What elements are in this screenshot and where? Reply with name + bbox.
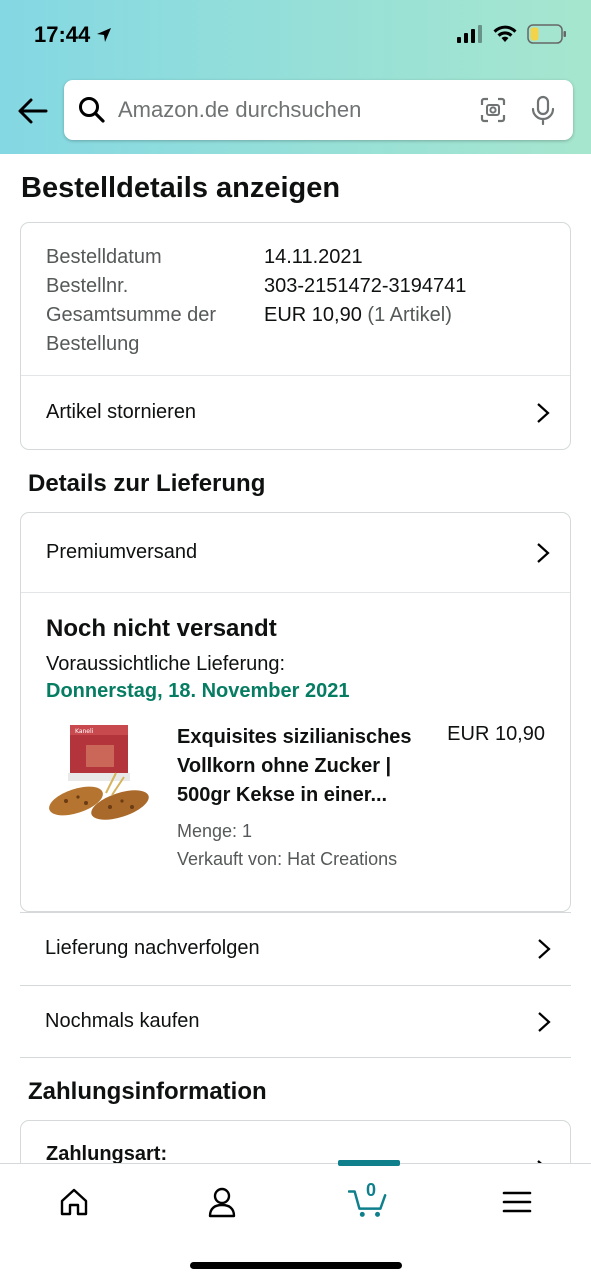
account-icon xyxy=(208,1187,236,1218)
order-total-value: EUR 10,90 (1 Artikel) xyxy=(264,301,452,330)
shipping-method-label: Premiumversand xyxy=(46,541,198,563)
product-image[interactable]: Kaneli xyxy=(46,723,154,831)
wifi-icon xyxy=(493,25,517,42)
status-indicators xyxy=(457,24,567,44)
menu-icon xyxy=(502,1191,532,1213)
order-total-label: Gesamtsumme der xyxy=(46,304,217,326)
order-date-label: Bestelldatum xyxy=(46,246,162,268)
status-time: 17:44 xyxy=(34,22,112,48)
eta-date: Donnerstag, 18. November 2021 xyxy=(46,680,350,702)
camera-scan-icon[interactable] xyxy=(477,94,509,126)
shipping-method-row[interactable]: Premiumversand xyxy=(21,513,570,592)
product-title-line: Vollkorn ohne Zucker | xyxy=(177,755,392,777)
product-price: EUR 10,90 xyxy=(447,723,545,745)
clock-text: 17:44 xyxy=(34,22,91,47)
home-icon xyxy=(60,1188,88,1216)
order-summary-card: Bestelldatum 14.11.2021 Bestellnr. 303-2… xyxy=(20,222,571,450)
cancel-items-row[interactable]: Artikel stornieren xyxy=(21,375,570,449)
delivery-card: Premiumversand Noch nicht versandt Vorau… xyxy=(20,512,571,912)
search-input[interactable]: Amazon.de durchsuchen xyxy=(118,97,459,123)
product-title-line: 500gr Kekse in einer... xyxy=(177,784,388,806)
order-date-row: Bestelldatum 14.11.2021 xyxy=(46,243,545,272)
order-info: Bestelldatum 14.11.2021 Bestellnr. 303-2… xyxy=(21,223,570,375)
active-tab-indicator xyxy=(338,1160,400,1166)
page-title: Bestelldetails anzeigen xyxy=(21,172,341,204)
order-number-row: Bestellnr. 303-2151472-3194741 xyxy=(46,272,545,301)
order-item[interactable]: Kaneli Exquisites sizilianisches Vollkor… xyxy=(46,723,545,903)
home-indicator xyxy=(190,1262,402,1269)
order-total-row: Gesamtsumme der EUR 10,90 (1 Artikel) xyxy=(46,301,545,330)
eta-label: Voraussichtliche Lieferung: xyxy=(46,653,286,675)
search-icon xyxy=(79,97,105,123)
microphone-icon[interactable] xyxy=(527,94,559,126)
order-total-amount: EUR 10,90 xyxy=(264,304,362,326)
home-tab[interactable] xyxy=(54,1182,94,1222)
order-total-label-cont: Bestellung xyxy=(46,333,140,355)
cellular-signal-icon xyxy=(457,25,482,43)
cart-count-badge: 0 xyxy=(366,1180,377,1200)
account-tab[interactable] xyxy=(202,1182,242,1222)
order-total-row-cont: Bestellung xyxy=(46,330,545,359)
divider xyxy=(20,1057,571,1058)
search-bar[interactable]: Amazon.de durchsuchen xyxy=(64,80,573,140)
status-bar: 17:44 xyxy=(0,0,591,70)
cancel-items-label: Artikel stornieren xyxy=(46,401,197,423)
svg-text:Kaneli: Kaneli xyxy=(75,728,94,735)
order-date-value: 14.11.2021 xyxy=(264,246,363,268)
delivery-heading: Details zur Lieferung xyxy=(28,470,266,497)
track-delivery-row[interactable]: Lieferung nachverfolgen xyxy=(20,912,571,984)
track-delivery-label: Lieferung nachverfolgen xyxy=(45,937,260,959)
payment-heading: Zahlungsinformation xyxy=(28,1078,267,1105)
chevron-right-icon xyxy=(538,1012,551,1032)
shipment-status: Noch nicht versandt xyxy=(46,615,277,642)
product-quantity: Menge: 1 xyxy=(177,821,253,841)
order-item-count: (1 Artikel) xyxy=(367,304,452,326)
order-number-value: 303-2151472-3194741 xyxy=(264,275,467,297)
shipment-section: Noch nicht versandt Voraussichtliche Lie… xyxy=(21,592,570,903)
product-title[interactable]: Exquisites sizilianisches Vollkorn ohne … xyxy=(177,723,427,810)
battery-icon xyxy=(527,24,566,44)
back-arrow-icon[interactable] xyxy=(16,94,50,128)
order-number-label: Bestellnr. xyxy=(46,275,129,297)
product-seller: Verkauft von: Hat Creations xyxy=(177,849,398,869)
menu-tab[interactable] xyxy=(497,1182,537,1222)
location-arrow-icon xyxy=(97,28,112,42)
chevron-right-icon xyxy=(537,402,550,423)
chevron-right-icon xyxy=(537,542,550,563)
chevron-right-icon xyxy=(538,939,551,959)
product-title-line: Exquisites sizilianisches xyxy=(177,726,412,748)
buy-again-label: Nochmals kaufen xyxy=(45,1010,200,1032)
top-bar: 17:44 Amazon.de durchsuchen xyxy=(0,0,591,154)
buy-again-row[interactable]: Nochmals kaufen xyxy=(20,985,571,1057)
